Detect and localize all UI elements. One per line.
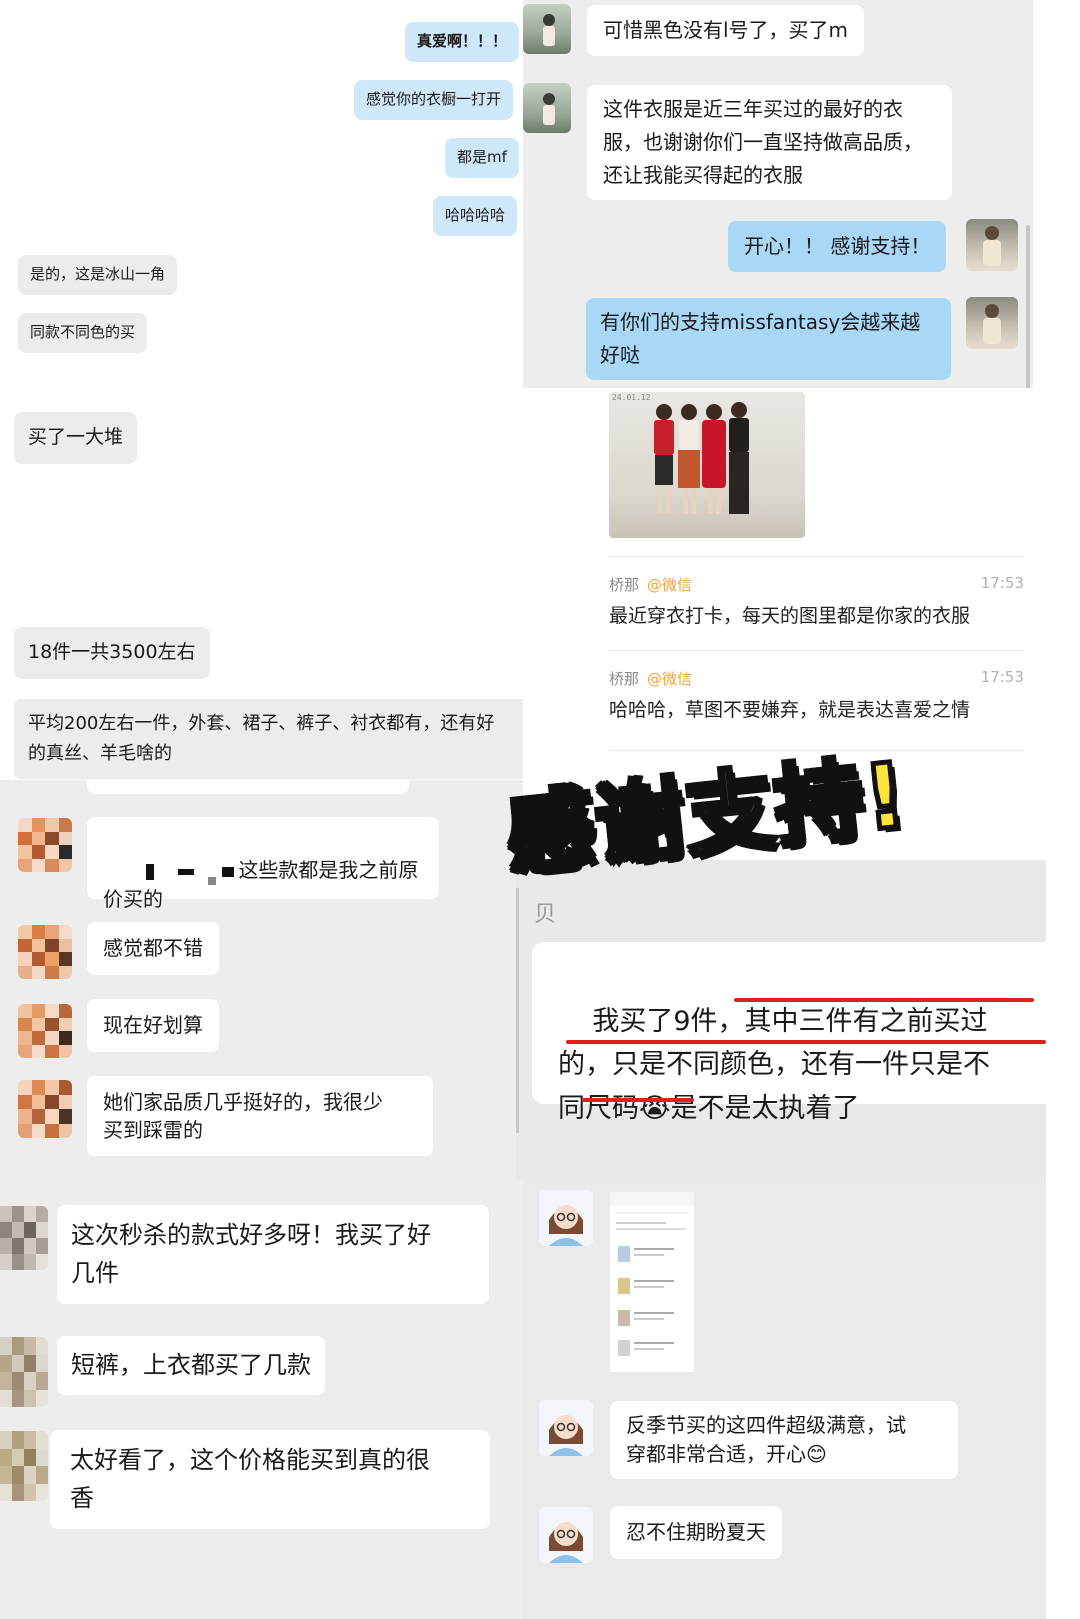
group-photo-illustration [654, 402, 749, 514]
avatar [523, 4, 571, 54]
chat-bubble: 这次秒杀的款式好多呀！我买了好 几件 [57, 1205, 489, 1304]
divider [609, 650, 1024, 651]
chat-bubble: 感觉都不错 [87, 922, 219, 975]
comment-item: 桥那 @微信 17:53 哈哈哈，草图不要嫌弃，就是表达喜爱之情 [609, 668, 1024, 728]
comment-source: @微信 [647, 670, 693, 688]
clothing-photo[interactable]: 24.01.12 [609, 392, 805, 538]
chat-bubble: 感觉你的衣橱一打开 [354, 80, 514, 120]
comment-user[interactable]: 桥那 [609, 668, 639, 689]
chat-bubble: 平均200左右一件，外套、裙子、裤子、衬衣都有，还有好 的真丝、羊毛啥的 [14, 699, 523, 779]
chat-bubble: 她们家品质几乎挺好的，我很少 买到踩雷的 [87, 1076, 433, 1156]
message-text: 我买了9件，其中三件有之前买过 的，只是不同颜色，还有一件只是不 同尺码😭是不是… [558, 1006, 990, 1124]
photo-date: 24.01.12 [612, 393, 651, 402]
avatar-blurred [0, 1431, 48, 1501]
shopping-list-thumbnail [610, 1192, 694, 1356]
chat-bubble: 这件衣服是近三年买过的最好的衣服，也谢谢你们一直坚持做高品质，还让我能买得起的衣… [587, 85, 952, 200]
sender-name: 贝 [534, 902, 557, 927]
chat-panel-lower-right: 贝 我买了9件，其中三件有之前买过 的，只是不同颜色，还有一件只是不 同尺码😭是… [516, 860, 1046, 1180]
avatar-blurred [18, 1080, 72, 1138]
chat-bubble: 短裤，上衣都买了几款 [57, 1336, 325, 1395]
chat-bubble: 都是mf [445, 138, 519, 178]
avatar-cartoon [539, 1190, 593, 1246]
comment-text: 最近穿衣打卡，每天的图里都是你家的衣服 [609, 605, 971, 627]
avatar-blurred [18, 925, 72, 979]
redacted-block [146, 863, 155, 880]
redacted-block [178, 868, 195, 875]
comment-time: 17:53 [980, 574, 1024, 592]
person-icon [543, 93, 555, 125]
chat-bubble-self: 开心！！ 感谢支持！ [728, 221, 947, 272]
avatar-self [966, 219, 1018, 271]
redacted-block [208, 877, 217, 885]
comment-text: 哈哈哈，草图不要嫌弃，就是表达喜爱之情 [609, 699, 971, 721]
chat-bubble: 太好看了，这个价格能买到真的很 香 [50, 1430, 490, 1529]
chat-panel-top-right: 可惜黑色没有l号了，买了m 这件衣服是近三年买过的最好的衣服，也谢谢你们一直坚持… [523, 0, 1033, 390]
underline-mark [582, 1098, 694, 1102]
cartoon-woman-icon [549, 1205, 583, 1246]
chat-bubble-self: 有你们的支持missfantasy会越来越好哒 [586, 298, 951, 380]
chat-bubble: 我买了9件，其中三件有之前买过 的，只是不同颜色，还有一件只是不 同尺码😭是不是… [532, 942, 1046, 1124]
prev-bubble-edge [87, 780, 409, 794]
chat-panel-lower-left: 这些款都是我之前原 价买的 感觉都不错 现在好划算 她们家品质几乎挺好的，我很少… [0, 780, 523, 1180]
person-icon [543, 14, 555, 46]
chat-panel-top-left: 真爱啊！！！ 感觉你的衣橱一打开 都是mf 哈哈哈哈 是的，这是冰山一角 同款不… [0, 0, 523, 385]
underline-mark [566, 1040, 1046, 1044]
chat-bubble: 反季节买的这四件超级满意，试 穿都非常合适，开心😊 [610, 1401, 958, 1479]
comment-source: @微信 [647, 576, 693, 594]
chat-bubble: 同款不同色的买 [18, 313, 148, 353]
person-icon [983, 226, 1001, 266]
avatar-cartoon [539, 1400, 593, 1456]
chat-bubble: 现在好划算 [87, 999, 219, 1052]
comment-panel-mid-right: 24.01.12 桥那 @微信 17:53 最近穿衣打卡，每天的图里都是你家的衣… [523, 388, 1033, 760]
left-border [516, 888, 519, 1133]
chat-bubble: 忍不住期盼夏天 [610, 1506, 782, 1559]
comment-time: 17:53 [980, 668, 1024, 686]
chat-bubble: 这些款都是我之前原 价买的 [87, 817, 439, 911]
chat-bubble: 真爱啊！！！ [405, 22, 520, 62]
underline-mark [734, 998, 1034, 1002]
chat-bubble: 可惜黑色没有l号了，买了m [587, 5, 865, 56]
avatar-self [966, 297, 1018, 349]
comment-item: 桥那 @微信 17:53 最近穿衣打卡，每天的图里都是你家的衣服 [609, 574, 1024, 634]
screenshot-image[interactable] [610, 1192, 694, 1372]
redacted-block [222, 866, 235, 877]
comment-user[interactable]: 桥那 [609, 574, 639, 595]
chat-panel-bottom-right: 反季节买的这四件超级满意，试 穿都非常合适，开心😊 忍不住期盼夏天 [523, 1180, 1046, 1619]
avatar [523, 83, 571, 133]
chat-bubble: 哈哈哈哈 [433, 196, 518, 236]
chat-bubble: 买了一大堆 [14, 412, 138, 464]
chat-bubble: 18件一共3500左右 [14, 627, 210, 679]
avatar-blurred [0, 1206, 48, 1270]
divider [609, 556, 1024, 557]
avatar-blurred [18, 818, 72, 872]
chat-bubble: 是的，这是冰山一角 [18, 255, 178, 295]
avatar-cartoon [539, 1507, 593, 1563]
cartoon-woman-icon [549, 1522, 583, 1563]
person-icon [983, 304, 1001, 344]
chat-panel-mid-left: 买了一大堆 18件一共3500左右 平均200左右一件，外套、裙子、裤子、衬衣都… [0, 388, 523, 780]
chat-panel-bottom-left: 这次秒杀的款式好多呀！我买了好 几件 短裤，上衣都买了几款 太好看了，这个价格能… [0, 1180, 523, 1619]
avatar-blurred [0, 1337, 48, 1407]
cartoon-woman-icon [549, 1415, 583, 1456]
avatar-blurred [18, 1004, 72, 1058]
scrollbar[interactable] [1026, 225, 1030, 390]
